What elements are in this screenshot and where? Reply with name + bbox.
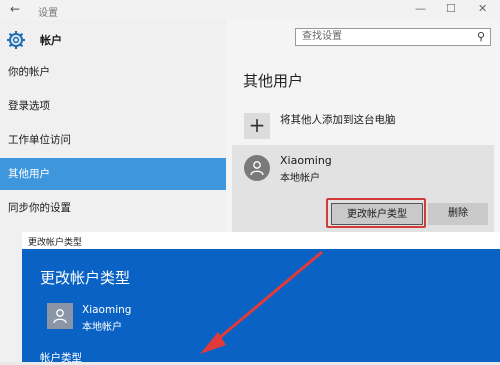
title-bar: ← 设置 — ☐ ✕ bbox=[0, 0, 500, 20]
search-input[interactable]: 查找设置 ⚲ bbox=[295, 28, 491, 46]
dialog-subheading: 帐户类型 bbox=[40, 352, 82, 364]
page-title: 其他用户 bbox=[243, 72, 304, 90]
change-account-type-button[interactable]: 更改帐户类型 bbox=[331, 203, 423, 225]
dialog-heading: 更改帐户类型 bbox=[40, 269, 131, 287]
sidebar-item-work-access[interactable]: 工作单位访问 bbox=[0, 124, 226, 156]
user-account-type: 本地帐户 bbox=[280, 173, 320, 184]
user-avatar-icon bbox=[244, 155, 270, 181]
maximize-button[interactable]: ☐ bbox=[446, 2, 456, 15]
sidebar-item-your-account[interactable]: 你的帐户 bbox=[0, 56, 226, 88]
search-placeholder: 查找设置 bbox=[302, 31, 342, 42]
add-user-plus-icon[interactable]: + bbox=[244, 113, 270, 139]
change-account-type-dialog bbox=[22, 232, 500, 362]
sidebar-item-sync-settings[interactable]: 同步你的设置 bbox=[0, 192, 226, 224]
dialog-user-name: Xiaoming bbox=[82, 304, 132, 316]
add-user-link[interactable]: 将其他人添加到这台电脑 bbox=[280, 112, 396, 127]
close-button[interactable]: ✕ bbox=[478, 2, 487, 15]
gear-icon bbox=[7, 31, 25, 49]
section-title: 帐户 bbox=[40, 34, 62, 47]
dialog-user-avatar-icon bbox=[47, 303, 73, 329]
dialog-title-bar bbox=[22, 232, 500, 249]
user-name: Xiaoming bbox=[280, 154, 332, 167]
delete-button[interactable]: 删除 bbox=[428, 203, 488, 225]
search-icon: ⚲ bbox=[476, 30, 485, 43]
dialog-window-title: 更改帐户类型 bbox=[28, 238, 83, 248]
window-title: 设置 bbox=[38, 8, 58, 19]
sidebar-item-other-users[interactable]: 其他用户 bbox=[0, 158, 226, 190]
sidebar-item-sign-in-options[interactable]: 登录选项 bbox=[0, 90, 226, 122]
dialog-user-account-type: 本地帐户 bbox=[82, 322, 122, 333]
back-arrow-icon[interactable]: ← bbox=[10, 2, 20, 16]
minimize-button[interactable]: — bbox=[415, 2, 426, 15]
